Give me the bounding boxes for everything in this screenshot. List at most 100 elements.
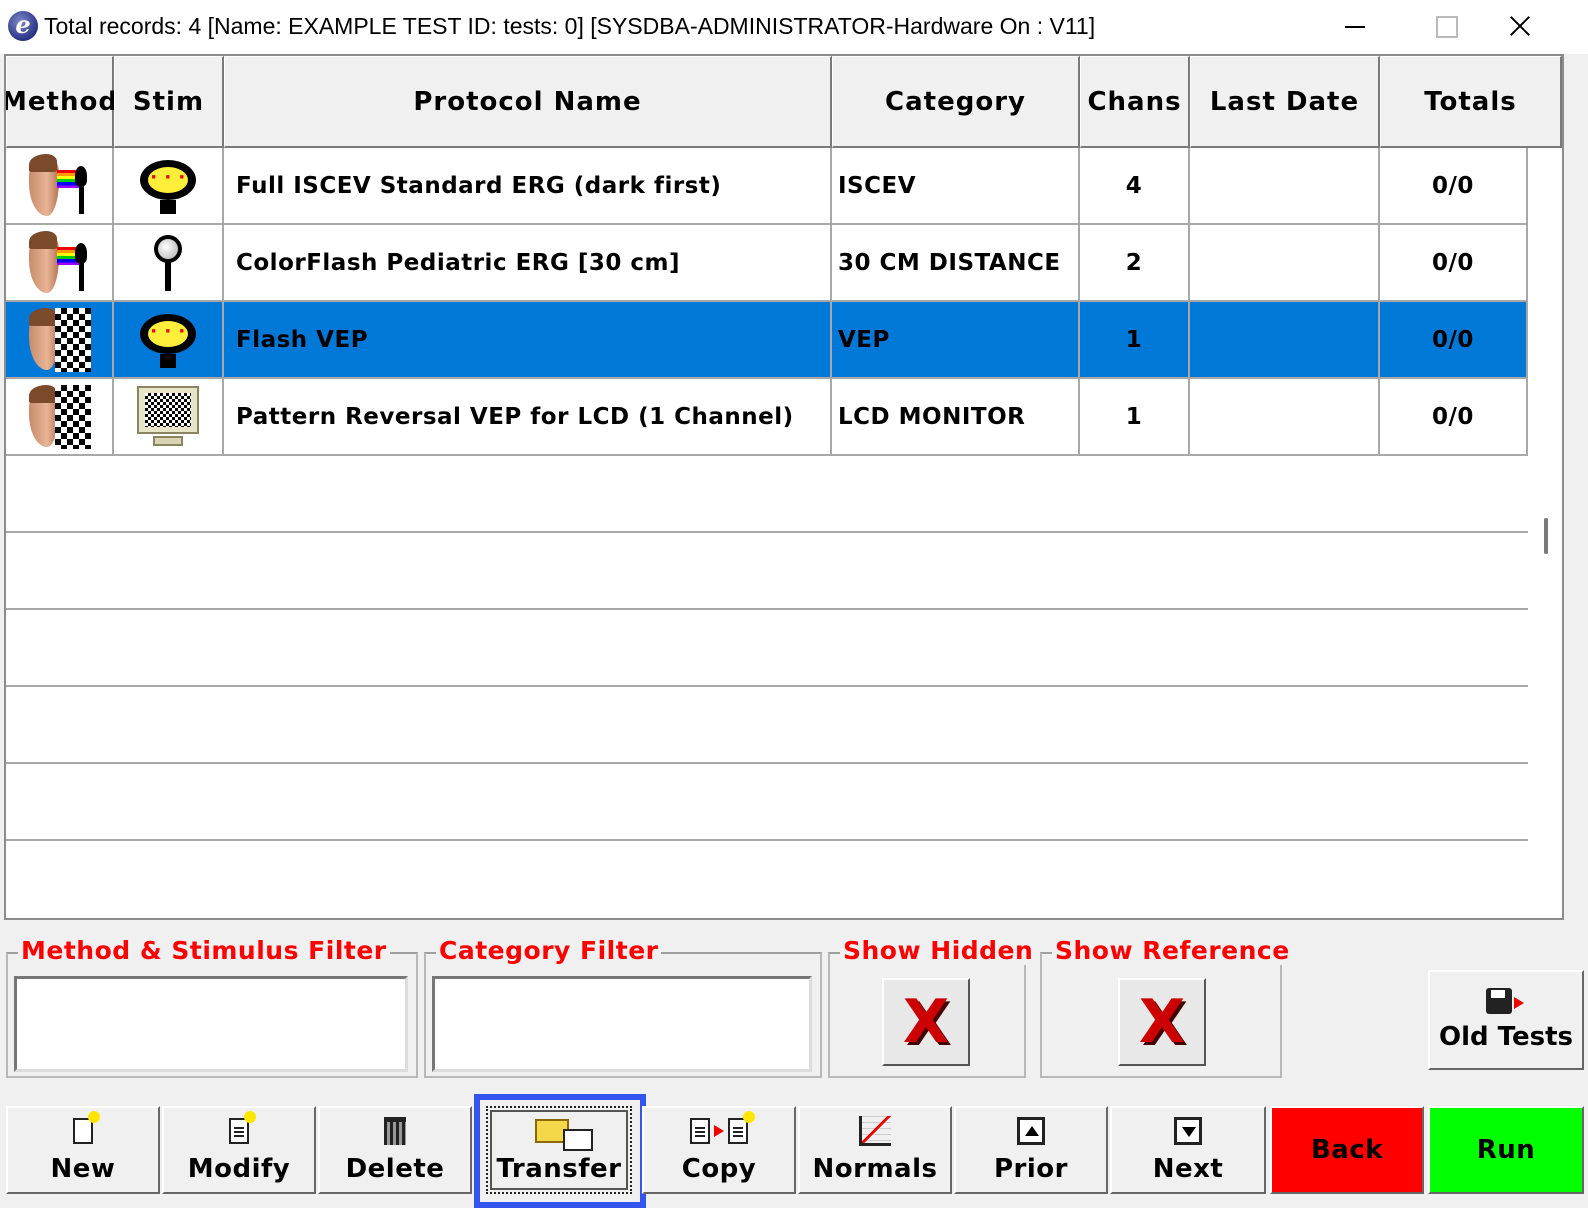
face-checkerboard-icon xyxy=(27,307,91,372)
method-stimulus-filter-group: Method & Stimulus Filter xyxy=(6,936,418,1078)
app-logo-icon: e xyxy=(8,11,38,41)
face-rainbow-wand-icon xyxy=(27,230,91,295)
normals-label: Normals xyxy=(812,1154,938,1184)
old-tests-label: Old Tests xyxy=(1439,1022,1573,1052)
chans-cell: 1 xyxy=(1080,379,1190,456)
last-date-cell xyxy=(1190,379,1380,456)
arrow-down-icon xyxy=(1174,1117,1202,1145)
empty-row xyxy=(6,456,1528,533)
copy-button[interactable]: Copy xyxy=(642,1106,796,1194)
method-cell xyxy=(6,148,114,225)
window-title: Total records: 4 [Name: EXAMPLE TEST ID:… xyxy=(44,13,1096,39)
category-cell: 30 CM DISTANCE xyxy=(832,225,1080,302)
chans-cell: 2 xyxy=(1080,225,1190,302)
totals-cell: 0/0 xyxy=(1380,148,1528,225)
normals-button[interactable]: Normals xyxy=(798,1106,952,1194)
title-bar: e Total records: 4 [Name: EXAMPLE TEST I… xyxy=(0,0,1588,54)
save-disk-arrow-icon xyxy=(1486,988,1524,1014)
arrow-up-icon xyxy=(1017,1117,1045,1145)
delete-button[interactable]: Delete xyxy=(318,1106,472,1194)
new-label: New xyxy=(50,1154,116,1184)
table-row[interactable]: Pattern Reversal VEP for LCD (1 Channel)… xyxy=(6,379,1528,456)
empty-row xyxy=(6,687,1528,764)
prior-label: Prior xyxy=(994,1154,1068,1184)
totals-cell: 0/0 xyxy=(1380,302,1528,379)
totals-cell: 0/0 xyxy=(1380,225,1528,302)
next-button[interactable]: Next xyxy=(1110,1106,1266,1194)
ganzfeld-icon xyxy=(140,310,196,370)
table-row[interactable]: ColorFlash Pediatric ERG [30 cm] 30 CM D… xyxy=(6,225,1528,302)
last-date-cell xyxy=(1190,148,1380,225)
copy-documents-icon xyxy=(690,1111,755,1148)
prior-button[interactable]: Prior xyxy=(954,1106,1108,1194)
minimize-button[interactable] xyxy=(1310,0,1400,54)
red-x-icon: X xyxy=(1138,987,1186,1057)
protocol-name-cell: Full ISCEV Standard ERG (dark first) xyxy=(224,148,832,225)
method-cell xyxy=(6,225,114,302)
trash-icon xyxy=(384,1117,406,1145)
show-reference-label: Show Reference xyxy=(1052,936,1293,965)
back-button[interactable]: Back xyxy=(1270,1106,1424,1194)
close-button[interactable] xyxy=(1490,0,1580,54)
column-header-category[interactable]: Category xyxy=(832,56,1080,148)
vertical-scrollbar[interactable] xyxy=(1544,518,1548,554)
chans-cell: 1 xyxy=(1080,302,1190,379)
copy-label: Copy xyxy=(681,1154,757,1184)
show-reference-toggle[interactable]: X xyxy=(1118,978,1206,1066)
edit-document-icon xyxy=(229,1111,256,1144)
empty-row xyxy=(6,764,1528,841)
old-tests-button[interactable]: Old Tests xyxy=(1428,970,1584,1070)
category-cell: ISCEV xyxy=(832,148,1080,225)
chart-icon xyxy=(859,1116,891,1146)
stim-cell xyxy=(114,148,224,225)
category-cell: VEP xyxy=(832,302,1080,379)
protocol-name-cell: ColorFlash Pediatric ERG [30 cm] xyxy=(224,225,832,302)
category-filter-label: Category Filter xyxy=(436,936,662,965)
method-stimulus-filter-input[interactable] xyxy=(14,976,408,1072)
transfer-button[interactable]: Transfer xyxy=(486,1106,632,1194)
delete-label: Delete xyxy=(345,1154,445,1184)
run-button[interactable]: Run xyxy=(1428,1106,1584,1194)
method-cell xyxy=(6,379,114,456)
show-hidden-toggle[interactable]: X xyxy=(882,978,970,1066)
column-header-stim[interactable]: Stim xyxy=(114,56,224,148)
next-label: Next xyxy=(1152,1154,1224,1184)
show-hidden-label: Show Hidden xyxy=(840,936,1037,965)
category-cell: LCD MONITOR xyxy=(832,379,1080,456)
method-cell xyxy=(6,302,114,379)
protocol-table: Method Stim Protocol Name Category Chans… xyxy=(4,54,1564,920)
handheld-probe-icon xyxy=(148,233,188,293)
category-filter-input[interactable] xyxy=(432,976,812,1072)
chans-cell: 4 xyxy=(1080,148,1190,225)
method-stimulus-filter-label: Method & Stimulus Filter xyxy=(18,936,390,965)
folder-mail-icon xyxy=(535,1119,593,1151)
transfer-label: Transfer xyxy=(496,1154,622,1184)
column-header-last-date[interactable]: Last Date xyxy=(1190,56,1380,148)
show-hidden-group: Show Hidden X xyxy=(828,936,1037,1078)
run-label: Run xyxy=(1476,1135,1536,1165)
lcd-monitor-icon xyxy=(137,385,199,448)
stim-cell xyxy=(114,379,224,456)
table-row[interactable]: Full ISCEV Standard ERG (dark first) ISC… xyxy=(6,148,1528,225)
column-header-protocol-name[interactable]: Protocol Name xyxy=(224,56,832,148)
column-header-chans[interactable]: Chans xyxy=(1080,56,1190,148)
new-button[interactable]: New xyxy=(6,1106,160,1194)
back-label: Back xyxy=(1310,1135,1384,1165)
protocol-name-cell: Flash VEP xyxy=(224,302,832,379)
empty-row xyxy=(6,610,1528,687)
column-header-totals[interactable]: Totals xyxy=(1380,56,1562,148)
face-checkerboard-icon xyxy=(27,384,91,449)
column-header-method[interactable]: Method xyxy=(6,56,117,148)
empty-row xyxy=(6,841,1528,918)
maximize-button[interactable] xyxy=(1400,0,1490,54)
stim-cell xyxy=(114,302,224,379)
red-x-icon: X xyxy=(902,987,950,1057)
last-date-cell xyxy=(1190,302,1380,379)
empty-row xyxy=(6,533,1528,610)
category-filter-group: Category Filter xyxy=(424,936,822,1078)
show-reference-group: Show Reference X xyxy=(1040,936,1293,1078)
modify-button[interactable]: Modify xyxy=(162,1106,316,1194)
face-rainbow-wand-icon xyxy=(27,153,91,218)
table-row-selected[interactable]: Flash VEP VEP 1 0/0 xyxy=(6,302,1528,379)
ganzfeld-icon xyxy=(140,156,196,216)
